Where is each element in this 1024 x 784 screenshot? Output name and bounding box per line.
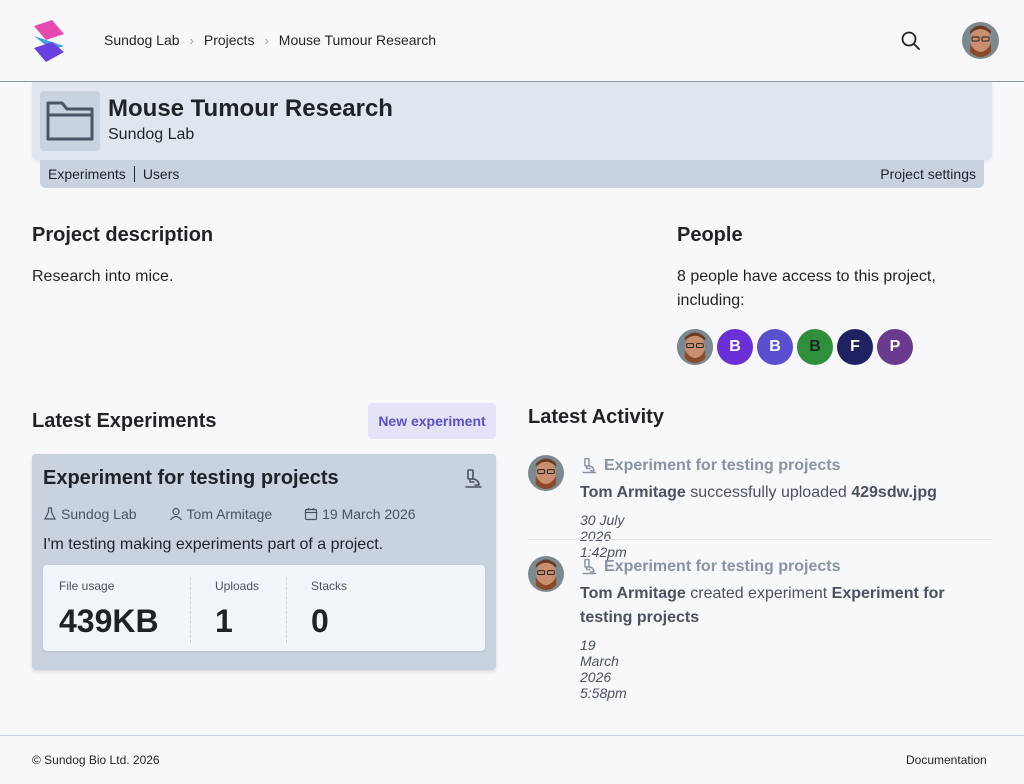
stat-value: 0 xyxy=(311,603,329,639)
experiment-card[interactable]: Experiment for testing projects Sundog L… xyxy=(32,454,496,670)
experiment-lab: Sundog Lab xyxy=(61,506,137,522)
microscope-icon xyxy=(582,558,597,575)
experiment-meta: Sundog Lab Tom Armitage 19 March 2026 xyxy=(43,506,448,522)
avatar[interactable]: P xyxy=(877,329,913,365)
documentation-link[interactable]: Documentation xyxy=(906,753,987,767)
experiment-description: I'm testing making experiments part of a… xyxy=(43,536,384,553)
activity-object[interactable]: 429sdw.jpg xyxy=(851,484,937,501)
calendar-icon xyxy=(305,508,318,521)
breadcrumb: Sundog Lab › Projects › Mouse Tumour Res… xyxy=(104,32,436,48)
user-icon xyxy=(169,507,182,521)
chevron-right-icon: › xyxy=(264,32,269,48)
project-nav: Experiments Users Project settings xyxy=(40,160,984,188)
activity-experiment-link[interactable]: Experiment for testing projects xyxy=(580,457,841,475)
experiment-title[interactable]: Experiment for testing projects xyxy=(43,467,339,490)
stat-divider xyxy=(190,577,191,643)
avatar[interactable]: B xyxy=(757,329,793,365)
people-avatars: B B B F P xyxy=(677,329,913,365)
flask-icon xyxy=(44,507,56,520)
experiment-date: 19 March 2026 xyxy=(322,506,416,522)
experiments-heading: Latest Experiments xyxy=(32,410,217,432)
activity-experiment-link[interactable]: Experiment for testing projects xyxy=(580,558,841,576)
project-settings-link[interactable]: Project settings xyxy=(880,166,984,182)
experiment-owner: Tom Armitage xyxy=(186,506,273,522)
stat-value: 1 xyxy=(215,603,233,639)
stat-label: Uploads xyxy=(215,579,260,593)
stat-value: 439KB xyxy=(59,603,159,639)
user-avatar[interactable] xyxy=(962,22,999,59)
avatar[interactable]: B xyxy=(797,329,833,365)
footer: © Sundog Bio Ltd. 2026 Documentation xyxy=(0,735,1024,784)
chevron-right-icon: › xyxy=(189,32,194,48)
top-bar: Sundog Lab › Projects › Mouse Tumour Res… xyxy=(0,0,1024,82)
stat-divider xyxy=(286,577,287,643)
sundog-logo[interactable] xyxy=(32,20,66,62)
folder-icon-box xyxy=(40,91,100,151)
microscope-icon xyxy=(582,457,597,474)
activity-time: 30 July 2026 1:42pm xyxy=(580,512,627,560)
activity-experiment-name[interactable]: Experiment for testing projects xyxy=(604,558,841,576)
project-title: Mouse Tumour Research xyxy=(108,95,393,122)
tab-users[interactable]: Users xyxy=(135,166,188,182)
activity-message: Tom Armitage successfully uploaded 429sd… xyxy=(580,481,990,505)
activity-heading: Latest Activity xyxy=(528,406,664,428)
description-heading: Project description xyxy=(32,224,214,246)
activity-time: 19 March 2026 5:58pm xyxy=(580,637,627,701)
avatar[interactable]: F xyxy=(837,329,873,365)
stat-label: File usage xyxy=(59,579,115,593)
breadcrumb-lab[interactable]: Sundog Lab xyxy=(104,32,180,48)
activity-message: Tom Armitage created experiment Experime… xyxy=(580,582,980,630)
microscope-icon xyxy=(465,469,482,488)
avatar[interactable] xyxy=(528,455,564,491)
stat-label: Stacks xyxy=(311,579,348,593)
project-header: Mouse Tumour Research Sundog Lab xyxy=(32,82,992,160)
activity-experiment-name[interactable]: Experiment for testing projects xyxy=(604,457,841,475)
folder-icon xyxy=(46,101,94,141)
activity-actor[interactable]: Tom Armitage xyxy=(580,484,686,501)
activity-actor[interactable]: Tom Armitage xyxy=(580,585,686,602)
avatar[interactable]: B xyxy=(717,329,753,365)
new-experiment-button[interactable]: New experiment xyxy=(368,403,496,439)
breadcrumb-projects[interactable]: Projects xyxy=(204,32,255,48)
avatar[interactable] xyxy=(528,556,564,592)
activity-verb: created experiment xyxy=(685,585,832,602)
activity-divider xyxy=(528,539,992,540)
people-heading: People xyxy=(677,224,743,246)
project-lab: Sundog Lab xyxy=(108,126,195,143)
copyright: © Sundog Bio Ltd. 2026 xyxy=(32,753,160,767)
tab-experiments[interactable]: Experiments xyxy=(40,166,134,182)
description-text: Research into mice. xyxy=(32,268,174,285)
search-icon[interactable] xyxy=(900,30,922,52)
avatar[interactable] xyxy=(677,329,713,365)
people-text: 8 people have access to this project, in… xyxy=(677,268,936,309)
breadcrumb-current: Mouse Tumour Research xyxy=(278,32,436,48)
activity-verb: successfully uploaded xyxy=(685,484,852,501)
experiment-stats: File usage 439KB Uploads 1 Stacks 0 xyxy=(43,565,485,651)
